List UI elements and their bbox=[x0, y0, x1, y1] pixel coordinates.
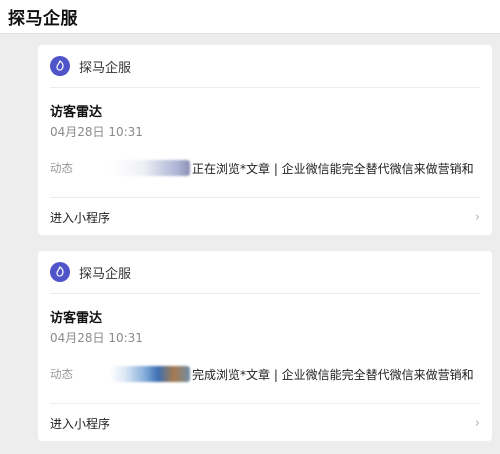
message-time: 04月28日 10:31 bbox=[50, 125, 143, 139]
card-header: 探马企服 bbox=[50, 251, 480, 294]
chevron-right-icon: › bbox=[474, 415, 480, 431]
blurred-visitor-name bbox=[110, 160, 190, 176]
enter-mini-program-link[interactable]: 进入小程序 › bbox=[50, 197, 480, 236]
blurred-visitor-name bbox=[110, 366, 190, 382]
message-title: 访客雷达 bbox=[50, 311, 103, 326]
activity-content: 正在浏览*文章 | 企业微信能完全替代微信来做营销和 bbox=[192, 161, 474, 176]
activity-row: 动态 完成浏览*文章 | 企业微信能完全替代微信来做营销和 bbox=[50, 365, 482, 383]
enter-mini-program-label: 进入小程序 bbox=[50, 210, 111, 225]
enter-mini-program-label: 进入小程序 bbox=[50, 416, 111, 431]
activity-label: 动态 bbox=[50, 161, 73, 175]
message-title: 访客雷达 bbox=[50, 105, 103, 120]
activity-content: 完成浏览*文章 | 企业微信能完全替代微信来做营销和 bbox=[192, 367, 474, 382]
brand-logo-icon bbox=[50, 56, 70, 76]
card-header: 探马企服 bbox=[50, 45, 480, 88]
brand-logo-icon bbox=[50, 262, 70, 282]
page-title: 探马企服 bbox=[8, 9, 78, 29]
activity-row: 动态 正在浏览*文章 | 企业微信能完全替代微信来做营销和 bbox=[50, 159, 482, 177]
message-card[interactable]: 探马企服 访客雷达 04月28日 10:31 动态 完成浏览*文章 | 企业微信… bbox=[38, 251, 492, 441]
activity-label: 动态 bbox=[50, 367, 73, 381]
message-card[interactable]: 探马企服 访客雷达 04月28日 10:31 动态 正在浏览*文章 | 企业微信… bbox=[38, 45, 492, 235]
chevron-right-icon: › bbox=[474, 209, 480, 225]
enter-mini-program-link[interactable]: 进入小程序 › bbox=[50, 403, 480, 442]
brand-name: 探马企服 bbox=[79, 60, 132, 76]
message-time: 04月28日 10:31 bbox=[50, 331, 143, 345]
brand-name: 探马企服 bbox=[79, 266, 132, 282]
